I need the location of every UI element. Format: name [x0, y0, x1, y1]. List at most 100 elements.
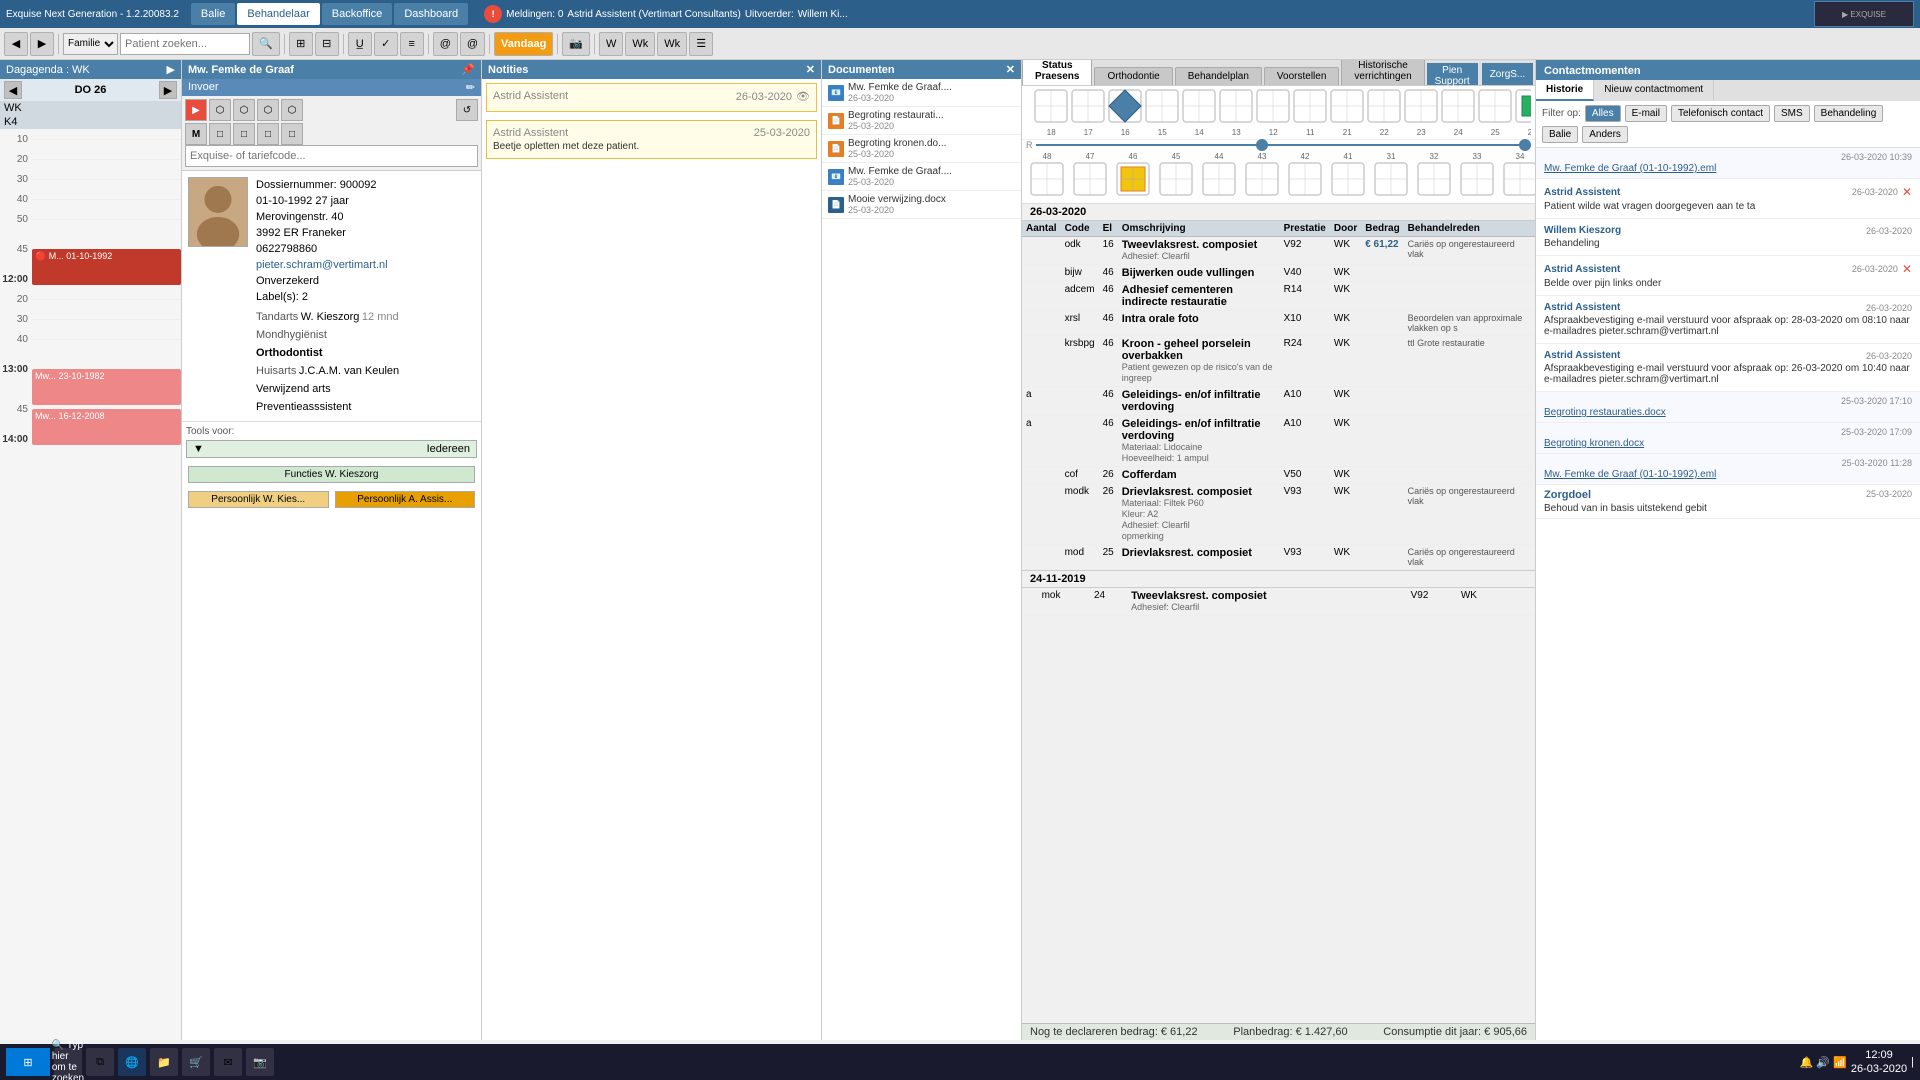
iedereen-dropdown[interactable]: ▼ Iedereen: [186, 440, 477, 458]
tooth-26[interactable]: 26: [1514, 88, 1531, 137]
family-select[interactable]: Familie: [63, 33, 118, 55]
treatment-row-9[interactable]: mod 25 Drievlaksrest. composiet V93 WK C…: [1022, 545, 1535, 570]
tooth-22[interactable]: 22: [1366, 88, 1402, 137]
checkmark-btn[interactable]: ✓: [374, 32, 398, 56]
patient-search[interactable]: [120, 33, 250, 55]
zorgs-btn[interactable]: ZorgS...: [1482, 63, 1534, 85]
invoer-hex3-btn[interactable]: ⬡: [257, 99, 279, 121]
tab-status[interactable]: Status Praesens: [1022, 60, 1092, 85]
at2-btn[interactable]: @: [460, 32, 485, 56]
tooth-21[interactable]: 21: [1329, 88, 1365, 137]
invoer-sq2-btn[interactable]: □: [233, 123, 255, 145]
tooth-13[interactable]: 13: [1218, 88, 1254, 137]
tooth-14[interactable]: 14: [1181, 88, 1217, 137]
invoer-sq4-btn[interactable]: □: [281, 123, 303, 145]
tooth-46[interactable]: 46: [1112, 152, 1154, 201]
invoer-m-btn[interactable]: M: [185, 123, 207, 145]
filter-behandeling[interactable]: Behandeling: [1814, 105, 1884, 122]
start-button[interactable]: ⊞: [6, 1048, 50, 1076]
treatment-row2-0[interactable]: mok 24 Tweevlaksrest. composietAdhesief:…: [1022, 588, 1535, 616]
grid-btn1[interactable]: ⊞: [289, 32, 313, 56]
tooth-25[interactable]: 25: [1477, 88, 1513, 137]
task-view-btn[interactable]: ⧉: [86, 1048, 114, 1076]
contact-tab-nieuw[interactable]: Nieuw contactmoment: [1594, 80, 1714, 101]
filter-email[interactable]: E-mail: [1625, 105, 1667, 122]
search-taskbar[interactable]: 🔍 Typ hier om te zoeken: [54, 1048, 82, 1076]
wk-btn[interactable]: Wk: [625, 32, 655, 56]
tab-historisch[interactable]: Historische verrichtingen: [1341, 60, 1424, 85]
camera-btn[interactable]: 📷: [562, 32, 590, 56]
camera-taskbar-icon[interactable]: 📷: [246, 1048, 274, 1076]
treatment-row-3[interactable]: xrsl 46 Intra orale foto X10 WK Beoordel…: [1022, 311, 1535, 336]
tab-orthodontie[interactable]: Orthodontie: [1094, 67, 1172, 85]
contact-link-2[interactable]: Mw. Femke de Graaf (01-10-1992).eml: [1544, 469, 1716, 480]
doc-4[interactable]: 📄 Mooie verwijzing.docx 25-03-2020: [822, 191, 1021, 219]
treatment-row-6[interactable]: a 46 Geleidings- en/of infiltratie verdo…: [1022, 416, 1535, 467]
filter-sms[interactable]: SMS: [1774, 105, 1810, 122]
agenda-prev-btn[interactable]: ◀: [4, 81, 22, 99]
tooth-18[interactable]: 18: [1033, 88, 1069, 137]
doc-1[interactable]: 📄 Begroting restaurati... 25-03-2020: [822, 107, 1021, 135]
persoonlijk-wk-btn[interactable]: Persoonlijk W. Kies...: [188, 491, 329, 508]
tooth-12[interactable]: 12: [1255, 88, 1291, 137]
today-btn[interactable]: Vandaag: [494, 32, 553, 56]
treatment-row-7[interactable]: cof 26 Cofferdam V50 WK: [1022, 467, 1535, 484]
store-icon[interactable]: 🛒: [182, 1048, 210, 1076]
tooth-41[interactable]: 41: [1327, 152, 1369, 201]
forward-btn[interactable]: ▶: [30, 32, 54, 56]
tab-behandelaar[interactable]: Behandelaar: [237, 3, 319, 25]
filter-telefonisch[interactable]: Telefonisch contact: [1671, 105, 1770, 122]
show-desktop-btn[interactable]: |: [1911, 1056, 1914, 1068]
tab-balie[interactable]: Balie: [191, 3, 235, 25]
tooth-17[interactable]: 17: [1070, 88, 1106, 137]
at-btn[interactable]: @: [433, 32, 458, 56]
invoer-sq-btn[interactable]: □: [209, 123, 231, 145]
invoer-select-btn[interactable]: ▶: [185, 99, 207, 121]
back-btn[interactable]: ◀: [4, 32, 28, 56]
invoer-sq3-btn[interactable]: □: [257, 123, 279, 145]
tab-voorstellen[interactable]: Voorstellen: [1264, 67, 1339, 85]
tooth-11[interactable]: 11: [1292, 88, 1328, 137]
tooth-32[interactable]: 32: [1413, 152, 1455, 201]
doc-3[interactable]: 📧 Mw. Femke de Graaf.... 25-03-2020: [822, 163, 1021, 191]
invoer-hex-btn[interactable]: ⬡: [209, 99, 231, 121]
search-btn[interactable]: 🔍: [252, 32, 280, 56]
tooth-24[interactable]: 24: [1440, 88, 1476, 137]
contact-doc-link-2[interactable]: Begroting kronen.docx: [1544, 438, 1644, 449]
agenda-next-btn[interactable]: ▶: [159, 81, 177, 99]
appt-1[interactable]: 🔴 M... 01-10-1992: [32, 249, 181, 285]
tooth-23[interactable]: 23: [1403, 88, 1439, 137]
tooth-44[interactable]: 44: [1198, 152, 1240, 201]
eye-icon[interactable]: 👁: [796, 90, 810, 103]
invoer-rotate-btn[interactable]: ↺: [456, 99, 478, 121]
contact-doc-link-1[interactable]: Begroting restauraties.docx: [1544, 407, 1666, 418]
tooth-42[interactable]: 42: [1284, 152, 1326, 201]
invoer-hex4-btn[interactable]: ⬡: [281, 99, 303, 121]
treatment-row-4[interactable]: krsbpg 46 Kroon - geheel porselein overb…: [1022, 336, 1535, 387]
pien-support-btn[interactable]: Pien Support: [1427, 63, 1478, 85]
w-btn[interactable]: W: [599, 32, 623, 56]
filter-balie[interactable]: Balie: [1542, 126, 1578, 143]
treatment-row-8[interactable]: modk 26 Drievlaksrest. composietMateriaa…: [1022, 484, 1535, 545]
contact-tab-historie[interactable]: Historie: [1536, 80, 1594, 101]
persoonlijk-aa-btn[interactable]: Persoonlijk A. Assis...: [335, 491, 476, 508]
tab-dashboard[interactable]: Dashboard: [394, 3, 468, 25]
doc-0[interactable]: 📧 Mw. Femke de Graaf.... 26-03-2020: [822, 79, 1021, 107]
contact-link-1[interactable]: Mw. Femke de Graaf (01-10-1992).eml: [1544, 163, 1716, 174]
treatment-row-1[interactable]: bijw 46 Bijwerken oude vullingen V40 WK: [1022, 265, 1535, 282]
menu-btn[interactable]: ☰: [689, 32, 713, 56]
tooth-33[interactable]: 33: [1456, 152, 1498, 201]
contact-close-1[interactable]: ✕: [1902, 185, 1912, 199]
tooth-48[interactable]: 48: [1026, 152, 1068, 201]
underline-btn[interactable]: U̲: [348, 32, 372, 56]
contact-close-3[interactable]: ✕: [1902, 262, 1912, 276]
tooth-34[interactable]: 34: [1499, 152, 1535, 201]
grid-btn2[interactable]: ⊟: [315, 32, 339, 56]
tab-backoffice[interactable]: Backoffice: [322, 3, 393, 25]
tooth-45[interactable]: 45: [1155, 152, 1197, 201]
doc-2[interactable]: 📄 Begroting kronen.do... 25-03-2020: [822, 135, 1021, 163]
treatment-row-0[interactable]: odk 16 Tweevlaksrest. composietAdhesief:…: [1022, 237, 1535, 265]
tab-behandelplan[interactable]: Behandelplan: [1175, 67, 1262, 85]
treatment-row-5[interactable]: a 46 Geleidings- en/of infiltratie verdo…: [1022, 387, 1535, 416]
edge-icon[interactable]: 🌐: [118, 1048, 146, 1076]
